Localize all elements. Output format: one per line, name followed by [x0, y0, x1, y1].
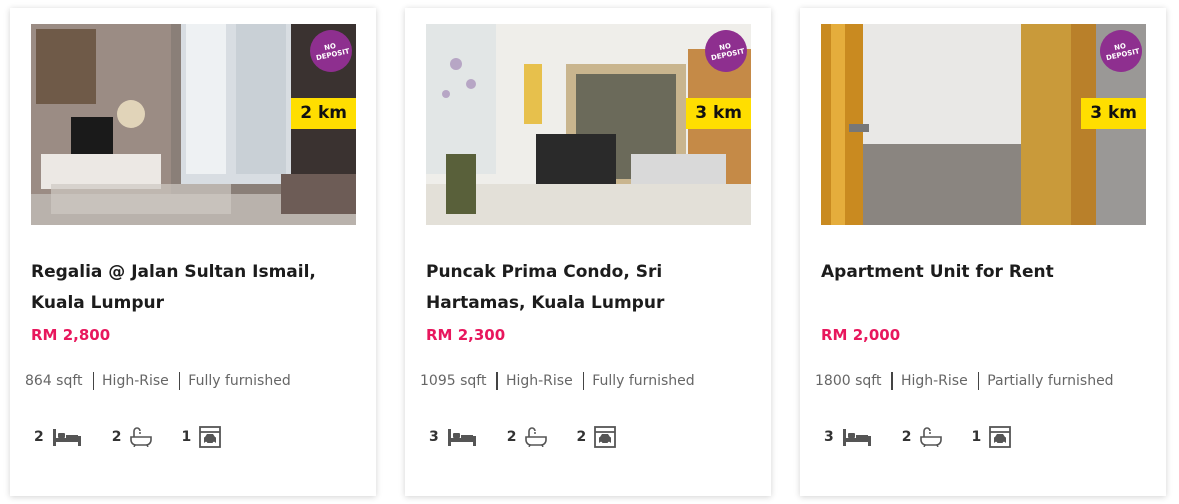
listing-photo[interactable]: NO DEPOSIT 2 km: [31, 24, 356, 225]
car-garage-icon: [594, 426, 617, 448]
parking-count: 1: [971, 429, 982, 445]
bed-icon: [52, 427, 82, 447]
listing-type: High-Rise: [900, 373, 968, 389]
listing-specs: 864 sqft High-Rise Fully furnished: [25, 372, 291, 390]
divider: [977, 372, 980, 390]
bathtub-icon: [129, 427, 152, 447]
car-garage-icon: [989, 426, 1012, 448]
amenities-row: 3 2 2: [429, 426, 646, 448]
bathroom-count: 2: [111, 429, 122, 445]
bathrooms: 2: [507, 427, 547, 447]
bathroom-count: 2: [901, 429, 912, 445]
divider: [92, 372, 95, 390]
bed-icon: [447, 427, 477, 447]
listing-type: High-Rise: [102, 373, 169, 389]
bathrooms: 2: [902, 427, 942, 447]
parking: 2: [577, 426, 617, 448]
amenities-row: 2 2 1: [34, 426, 251, 448]
listing-type: High-Rise: [505, 373, 573, 389]
divider: [891, 372, 893, 390]
divider: [178, 372, 181, 390]
listing-photo[interactable]: NO DEPOSIT 3 km: [821, 24, 1146, 225]
divider: [496, 372, 498, 390]
listing-photo[interactable]: NO DEPOSIT 3 km: [426, 24, 751, 225]
bed-icon: [842, 427, 872, 447]
distance-badge: 3 km: [686, 98, 751, 129]
parking-count: 1: [181, 429, 192, 445]
bedroom-count: 3: [824, 429, 834, 445]
listing-title[interactable]: Puncak Prima Condo, Sri Hartamas, Kuala …: [426, 257, 746, 319]
listing-card[interactable]: NO DEPOSIT 3 km Puncak Prima Condo, Sri …: [405, 8, 771, 496]
listing-card[interactable]: NO DEPOSIT 2 km Regalia @ Jalan Sultan I…: [10, 8, 376, 496]
bathroom-count: 2: [506, 429, 517, 445]
parking: 1: [972, 426, 1012, 448]
listing-size: 1800 sqft: [815, 373, 882, 389]
bathtub-icon: [524, 427, 547, 447]
amenities-row: 3 2 1: [824, 426, 1041, 448]
listing-card[interactable]: NO DEPOSIT 3 km Apartment Unit for Rent …: [800, 8, 1166, 496]
bedroom-count: 2: [34, 429, 44, 445]
bedrooms: 3: [824, 427, 872, 447]
listing-price: RM 2,800: [31, 326, 111, 344]
distance-badge: 3 km: [1081, 98, 1146, 129]
parking: 1: [182, 426, 222, 448]
listing-size: 864 sqft: [25, 373, 83, 389]
listing-furnishing: Partially furnished: [987, 373, 1114, 389]
bedrooms: 2: [34, 427, 82, 447]
listing-price: RM 2,300: [426, 326, 506, 344]
bedroom-count: 3: [429, 429, 439, 445]
listing-specs: 1800 sqft High-Rise Partially furnished: [815, 372, 1114, 390]
car-garage-icon: [199, 426, 222, 448]
bathtub-icon: [919, 427, 942, 447]
distance-badge: 2 km: [291, 98, 356, 129]
listing-title[interactable]: Regalia @ Jalan Sultan Ismail, Kuala Lum…: [31, 257, 351, 319]
bedrooms: 3: [429, 427, 477, 447]
listing-furnishing: Fully furnished: [188, 373, 291, 389]
listing-size: 1095 sqft: [420, 373, 487, 389]
listing-specs: 1095 sqft High-Rise Fully furnished: [420, 372, 695, 390]
bathrooms: 2: [112, 427, 152, 447]
parking-count: 2: [576, 429, 587, 445]
listing-price: RM 2,000: [821, 326, 901, 344]
listing-furnishing: Fully furnished: [592, 373, 695, 389]
listing-title[interactable]: Apartment Unit for Rent: [821, 257, 1141, 288]
divider: [582, 372, 585, 390]
